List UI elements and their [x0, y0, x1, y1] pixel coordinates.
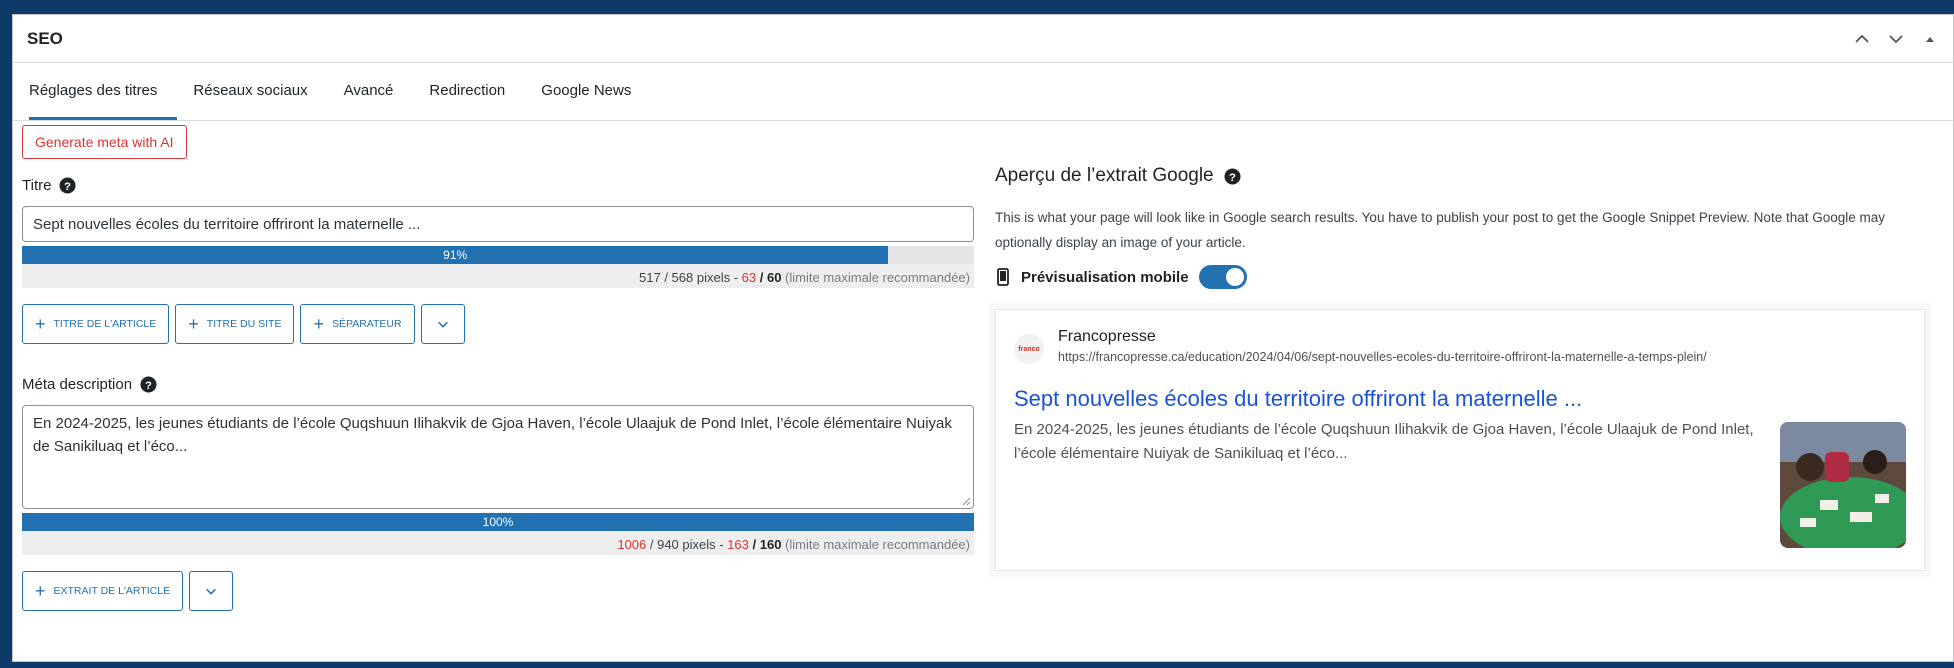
- meta-chars-limit: / 160: [748, 537, 782, 552]
- article-thumbnail-image: [1780, 422, 1906, 548]
- triangle-up-icon[interactable]: [1921, 30, 1939, 48]
- title-label: Titre: [22, 177, 52, 194]
- add-article-excerpt-button[interactable]: + Extrait de l'article: [22, 571, 184, 611]
- title-progress-bar: 91%: [22, 246, 974, 264]
- meta-progress-bar: 100%: [22, 513, 974, 531]
- title-label-row: Titre ?: [22, 177, 974, 194]
- title-tag-buttons: + Titre de l'article + Titre du site + S…: [22, 304, 974, 344]
- chevron-down-icon[interactable]: [1887, 30, 1905, 48]
- title-sep: -: [730, 270, 742, 285]
- mobile-preview-label: Prévisualisation mobile: [1021, 268, 1189, 286]
- meta-pixels-over: 1006: [617, 537, 647, 552]
- tab-reseaux-sociaux[interactable]: Réseaux sociaux: [193, 63, 327, 120]
- title-pixels: 517 / 568 pixels: [639, 270, 731, 285]
- add-article-excerpt-label: Extrait de l'article: [53, 585, 171, 597]
- add-site-title-button[interactable]: + Titre du site: [175, 304, 295, 344]
- title-pixel-info: 517 / 568 pixels - 63 / 60 (limite maxim…: [22, 264, 974, 288]
- title-input[interactable]: Sept nouvelles écoles du territoire offr…: [22, 206, 974, 242]
- tab-reglages-des-titres[interactable]: Réglages des titres: [29, 63, 178, 120]
- tab-avance[interactable]: Avancé: [344, 63, 414, 120]
- meta-label-row: Méta description ?: [22, 376, 974, 393]
- title-chars-limit: / 60: [756, 270, 782, 285]
- help-icon[interactable]: ?: [140, 376, 157, 393]
- plus-icon: +: [35, 581, 46, 601]
- plus-icon: +: [188, 314, 199, 334]
- snippet-preview-title: Aperçu de l’extrait Google: [995, 165, 1214, 186]
- snippet-preview-description: This is what your page will look like in…: [995, 210, 1886, 250]
- resize-handle-icon[interactable]: [961, 496, 971, 506]
- title-settings-column: Generate meta with AI Titre ? Sept nouve…: [22, 125, 974, 611]
- chevron-down-icon: [206, 588, 217, 595]
- tab-bar: Réglages des titres Réseaux sociaux Avan…: [13, 63, 1953, 121]
- snippet-url: https://francopresse.ca/education/2024/0…: [1058, 350, 1707, 364]
- help-icon[interactable]: ?: [1224, 167, 1241, 185]
- tab-google-news[interactable]: Google News: [541, 63, 651, 120]
- add-article-title-label: Titre de l'article: [53, 318, 157, 330]
- meta-limit-note: (limite maximale recommandée): [781, 537, 970, 552]
- plus-icon: +: [35, 314, 46, 334]
- snippet-preview-heading: Aperçu de l’extrait Google ?: [995, 165, 1925, 187]
- chevron-up-icon[interactable]: [1853, 30, 1871, 48]
- snippet-site-row: franco Francopresse https://francopresse…: [1014, 328, 1906, 364]
- add-article-title-button[interactable]: + Titre de l'article: [22, 304, 170, 344]
- title-limit-note: (limite maximale recommandée): [781, 270, 970, 285]
- meta-tag-buttons: + Extrait de l'article: [22, 571, 974, 611]
- snippet-site-info: Francopresse https://francopresse.ca/edu…: [1058, 328, 1707, 364]
- meta-chars-over: 163: [727, 537, 749, 552]
- svg-text:?: ?: [1229, 171, 1236, 183]
- svg-text:?: ?: [64, 181, 71, 193]
- svg-text:?: ?: [145, 380, 152, 392]
- panel-header: SEO: [13, 15, 1953, 63]
- google-snippet-preview-column: Aperçu de l’extrait Google ? This is wha…: [995, 125, 1925, 571]
- add-separator-label: Séparateur: [331, 318, 402, 330]
- title-chars-over: 63: [741, 270, 757, 285]
- help-icon[interactable]: ?: [59, 177, 76, 194]
- generate-meta-ai-button[interactable]: Generate meta with AI: [22, 125, 187, 159]
- mobile-preview-row: Prévisualisation mobile: [995, 265, 1925, 289]
- panel-title: SEO: [27, 28, 63, 48]
- add-separator-button[interactable]: + Séparateur: [300, 304, 415, 344]
- meta-pixel-info: 1006 / 940 pixels - 163 / 160 (limite ma…: [22, 531, 974, 555]
- meta-pixels-rest: / 940 pixels: [646, 537, 716, 552]
- more-meta-tags-dropdown-button[interactable]: [189, 571, 234, 611]
- snippet-site-name: Francopresse: [1058, 328, 1156, 345]
- smartphone-icon: [995, 268, 1011, 286]
- meta-progress-fill: 100%: [22, 513, 974, 531]
- google-snippet-card: franco Francopresse https://francopresse…: [995, 309, 1925, 571]
- title-progress-fill: 91%: [22, 246, 889, 264]
- panel-controls: [1853, 30, 1939, 48]
- plus-icon: +: [313, 314, 324, 334]
- toggle-knob: [1225, 268, 1244, 286]
- snippet-description: En 2024-2025, les jeunes étudiants de l’…: [1014, 421, 1754, 462]
- mobile-preview-toggle[interactable]: [1198, 265, 1247, 289]
- snippet-title-link[interactable]: Sept nouvelles écoles du territoire offr…: [1014, 386, 1906, 412]
- meta-description-value: En 2024-2025, les jeunes étudiants de l’…: [33, 415, 952, 455]
- meta-description-textarea[interactable]: En 2024-2025, les jeunes étudiants de l’…: [22, 405, 974, 509]
- more-tags-dropdown-button[interactable]: [420, 304, 465, 344]
- site-favicon: franco: [1014, 334, 1044, 364]
- tab-redirection[interactable]: Redirection: [429, 63, 525, 120]
- meta-sep: -: [715, 537, 728, 552]
- add-site-title-label: Titre du site: [206, 318, 282, 330]
- chevron-down-icon: [437, 321, 448, 328]
- meta-description-label: Méta description: [22, 376, 133, 393]
